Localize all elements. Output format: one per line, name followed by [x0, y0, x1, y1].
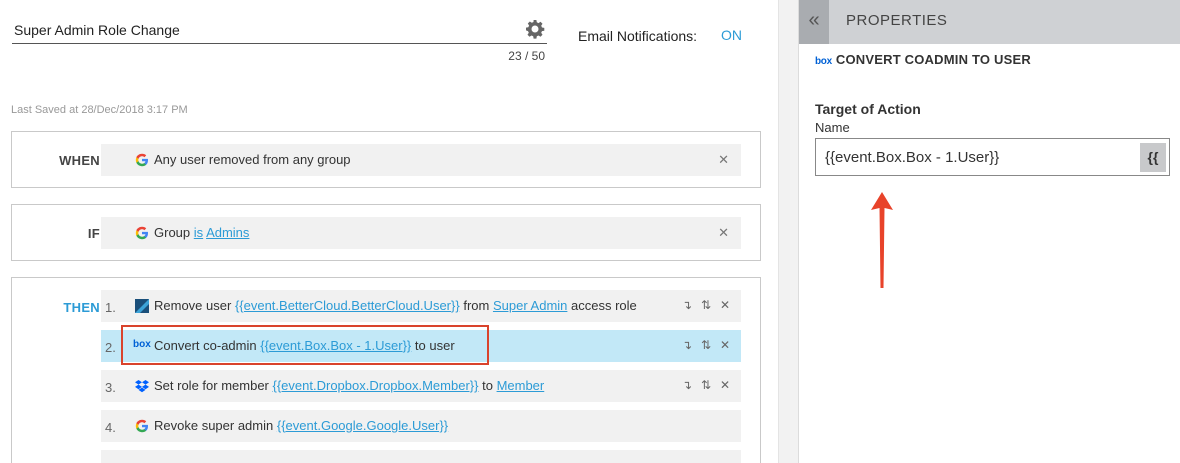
- google-icon: [135, 226, 148, 240]
- reorder-icon[interactable]: ⇅: [701, 378, 711, 392]
- remove-action-close-icon[interactable]: ✕: [720, 378, 730, 392]
- when-trigger-text: Any user removed from any group: [154, 152, 351, 167]
- workflow-title[interactable]: Super Admin Role Change: [14, 22, 180, 38]
- google-icon: [135, 153, 148, 167]
- remove-action-close-icon[interactable]: ✕: [720, 298, 730, 312]
- name-field[interactable]: {{event.Box.Box - 1.User}} {{: [815, 138, 1170, 176]
- action-verb: Set role for member: [154, 378, 269, 393]
- name-field-label: Name: [815, 120, 850, 135]
- action-text: Remove user {{event.BetterCloud.BetterCl…: [154, 298, 637, 313]
- then-section: THEN 1. Remove user {{event.BetterCloud.…: [11, 277, 761, 463]
- insert-variable-button[interactable]: {{: [1140, 143, 1166, 172]
- annotation-arrow-icon: [871, 192, 893, 288]
- if-operator-link[interactable]: is: [194, 225, 203, 240]
- target-of-action-heading: Target of Action: [815, 101, 921, 117]
- action-role-link[interactable]: Member: [497, 378, 545, 393]
- remove-condition-close-icon[interactable]: ✕: [718, 225, 729, 241]
- dropbox-icon: [135, 380, 149, 393]
- action-variable-link[interactable]: {{event.Dropbox.Dropbox.Member}}: [273, 378, 479, 393]
- action-text: Set role for member {{event.Dropbox.Drop…: [154, 378, 544, 393]
- action-variable-link[interactable]: {{event.Google.Google.User}}: [277, 418, 448, 433]
- action-variable-link[interactable]: {{event.BetterCloud.BetterCloud.User}}: [235, 298, 460, 313]
- if-condition-row[interactable]: Group is Admins ✕: [101, 217, 741, 249]
- action-number: 3.: [105, 380, 116, 395]
- properties-title: PROPERTIES: [846, 12, 948, 29]
- branch-icon[interactable]: ↴: [682, 378, 692, 392]
- branch-icon[interactable]: ↴: [682, 298, 692, 312]
- collapse-panel-chevron-icon[interactable]: «: [799, 0, 829, 44]
- if-condition-prefix: Group: [154, 225, 191, 240]
- when-section: WHEN Any user removed from any group ✕: [11, 131, 761, 188]
- action-tools: ↴ ⇅ ✕: [682, 378, 730, 392]
- when-label: WHEN: [59, 153, 100, 168]
- action-verb: Revoke super admin: [154, 418, 274, 433]
- action-connector: to: [482, 378, 493, 393]
- action-row-5-partial[interactable]: [101, 450, 741, 463]
- last-saved-status: Last Saved at 28/Dec/2018 3:17 PM: [11, 104, 188, 116]
- workflow-editor: Super Admin Role Change 23 / 50 Email No…: [0, 0, 778, 463]
- action-row-2[interactable]: 2. box Convert co-admin {{event.Box.Box …: [101, 325, 741, 365]
- reorder-icon[interactable]: ⇅: [701, 338, 711, 352]
- action-row-1[interactable]: 1. Remove user {{event.BetterCloud.Bette…: [101, 290, 741, 322]
- action-number: 2.: [105, 340, 116, 355]
- action-connector: from: [463, 298, 490, 313]
- selected-action-title: box CONVERT COADMIN TO USER: [815, 52, 1031, 67]
- action-role-link[interactable]: Super Admin: [493, 298, 567, 313]
- selected-action-name: CONVERT COADMIN TO USER: [835, 52, 1031, 67]
- action-verb: Remove user: [154, 298, 232, 313]
- workflow-title-input[interactable]: Super Admin Role Change: [12, 14, 547, 44]
- box-logo-icon: box: [815, 56, 832, 67]
- when-trigger-row[interactable]: Any user removed from any group ✕: [101, 144, 741, 176]
- action-number: 4.: [105, 420, 116, 435]
- google-icon: [135, 419, 148, 433]
- remove-trigger-close-icon[interactable]: ✕: [718, 152, 729, 168]
- title-char-count: 23 / 50: [508, 49, 545, 63]
- properties-panel: « PROPERTIES box CONVERT COADMIN TO USER …: [798, 0, 1180, 463]
- action-tools: ↴ ⇅ ✕: [682, 338, 730, 352]
- name-field-value[interactable]: {{event.Box.Box - 1.User}}: [825, 149, 999, 166]
- highlight-box: [121, 325, 489, 365]
- action-row-4[interactable]: 4. Revoke super admin {{event.Google.Goo…: [101, 410, 741, 442]
- branch-icon[interactable]: ↴: [682, 338, 692, 352]
- properties-header: « PROPERTIES: [799, 0, 1180, 44]
- remove-action-close-icon[interactable]: ✕: [720, 338, 730, 352]
- action-suffix: access role: [571, 298, 637, 313]
- action-number: 1.: [105, 300, 116, 315]
- email-notifications-toggle[interactable]: ON: [721, 27, 742, 43]
- email-notifications-label: Email Notifications:: [578, 28, 698, 44]
- gear-icon[interactable]: [525, 19, 545, 39]
- if-section: IF Group is Admins ✕: [11, 204, 761, 261]
- bettercloud-icon: [135, 299, 149, 313]
- if-value-link[interactable]: Admins: [206, 225, 249, 240]
- panel-divider[interactable]: [778, 0, 798, 463]
- if-condition-text: Group is Admins: [154, 225, 249, 240]
- if-label: IF: [87, 226, 100, 241]
- reorder-icon[interactable]: ⇅: [701, 298, 711, 312]
- action-tools: ↴ ⇅ ✕: [682, 298, 730, 312]
- action-row-3[interactable]: 3. Set role for member {{event.Dropbox.D…: [101, 370, 741, 402]
- action-text: Revoke super admin {{event.Google.Google…: [154, 418, 448, 433]
- then-label: THEN: [63, 300, 100, 315]
